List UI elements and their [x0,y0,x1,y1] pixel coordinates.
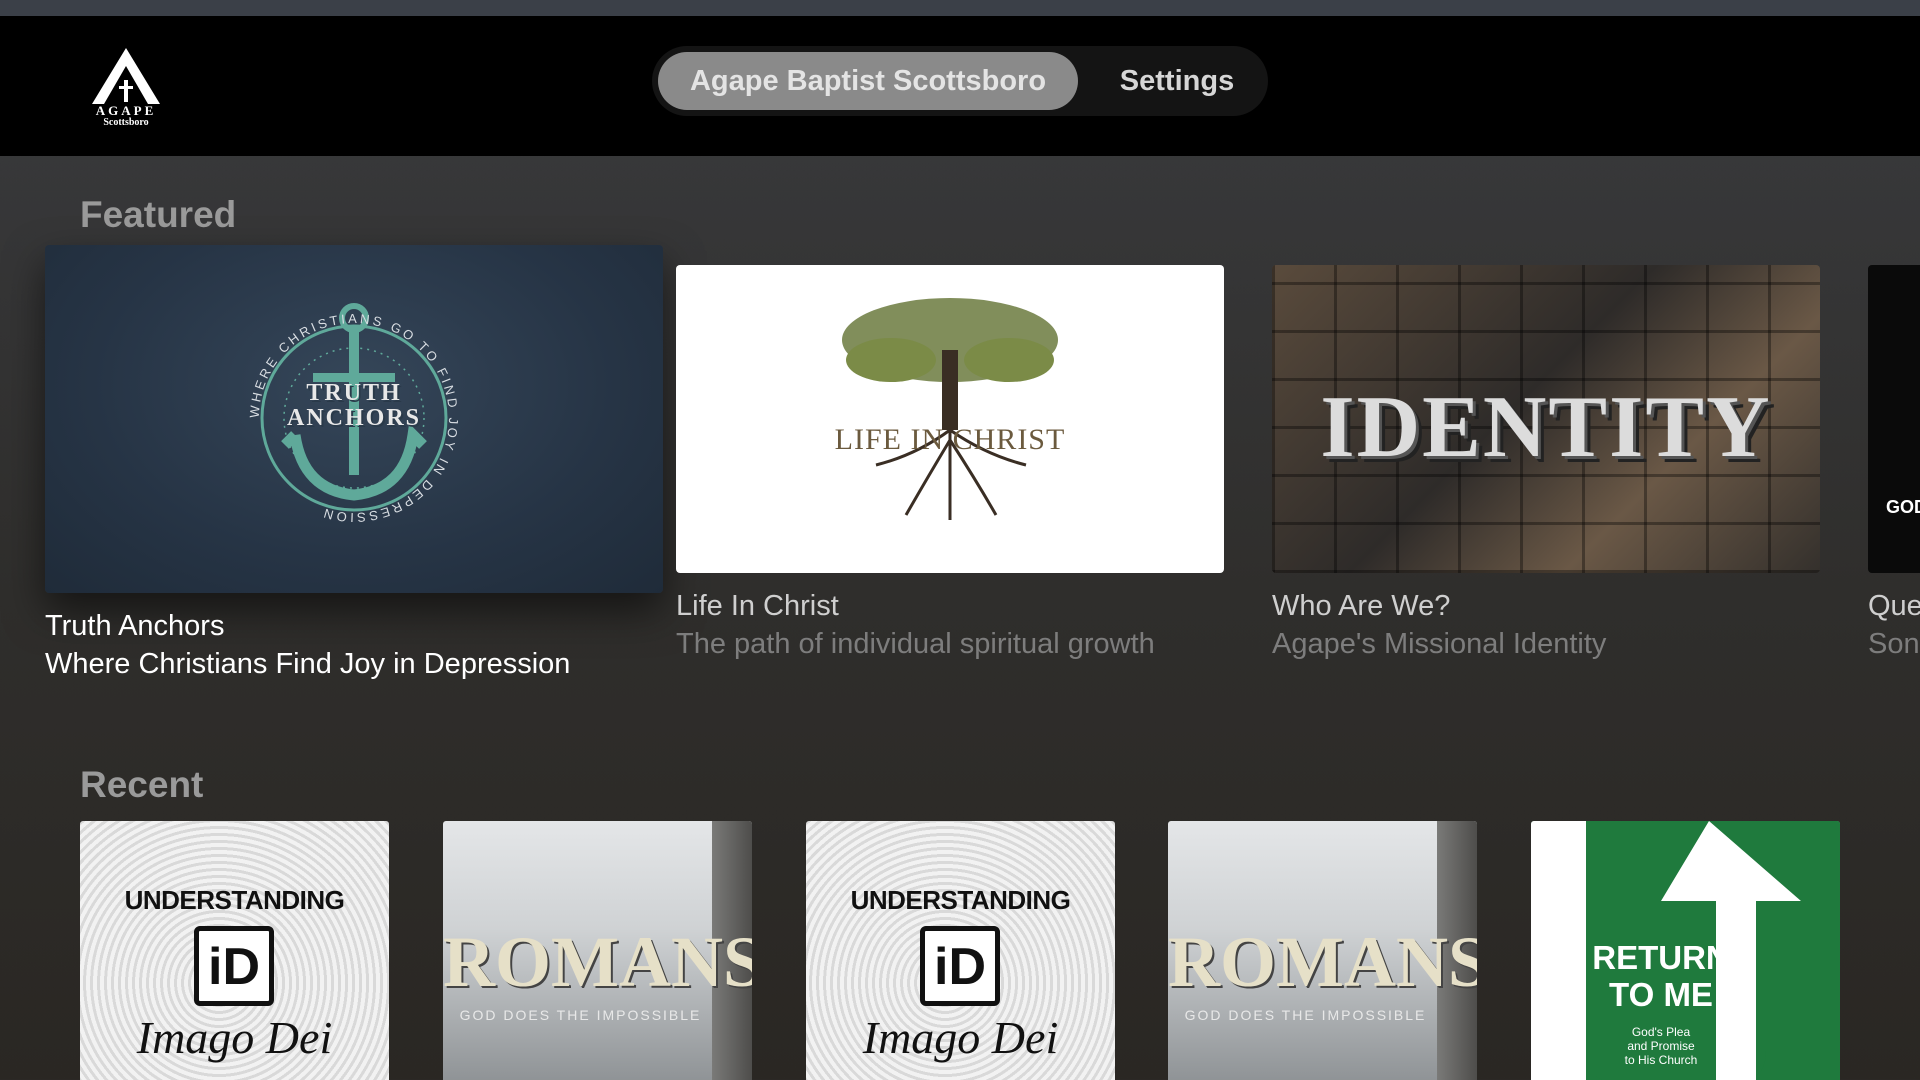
return-line5: to His Church [1624,1053,1698,1067]
recent-card-return-to-me[interactable]: RETURN TO ME God's Plea and Promise to H… [1531,821,1840,1080]
truth-art-bottom: ANCHORS [286,405,421,431]
logo-sub: Scottsboro [103,117,149,128]
romans-subtitle: GOD DOES THE IMPOSSIBLE [459,1007,702,1023]
logo-word: AGAPE [95,103,157,118]
partial-artwork: GOD [1868,265,1920,573]
card-subtitle: The path of individual spiritual growth [676,628,1155,660]
featured-heading: Featured [80,194,237,235]
tab-settings[interactable]: Settings [1092,52,1262,110]
life-in-christ-artwork: LIFE IN CHRIST [676,265,1224,573]
life-art-text: LIFE IN CHRIST [834,423,1066,456]
identity-artwork: IDENTITY [1272,265,1820,573]
id-mark-box: iD [920,926,1000,1006]
agape-logo-icon [92,48,160,104]
imago-dei-text: Imago Dei [862,1012,1059,1063]
tab-bar: Agape Baptist Scottsboro Settings [652,46,1268,116]
recent-heading: Recent [80,764,204,805]
recent-card-romans[interactable]: ROMANS GOD DOES THE IMPOSSIBLE [1168,821,1477,1080]
understanding-text: UNDERSTANDING [124,885,345,915]
truth-anchors-artwork: WHERE CHRISTIANS GO TO FIND JOY IN DEPRE… [45,245,663,593]
card-title: Life In Christ [676,590,839,622]
identity-art-text: IDENTITY [1320,379,1772,476]
card-title: Truth Anchors [45,610,225,642]
card-title: Who Are We? [1272,590,1451,622]
id-mark-box: iD [194,926,274,1006]
truth-art-top: TRUTH [306,380,402,406]
recent-card-understanding-id[interactable]: UNDERSTANDING iD Imago Dei [806,821,1115,1080]
card-subtitle: Son [1868,628,1920,660]
agape-logo: AGAPE Scottsboro [90,46,162,144]
romans-title: ROMANS [1168,922,1477,1002]
card-title: Que [1868,590,1920,622]
return-line3: God's Plea [1631,1025,1691,1039]
recent-card-understanding-id[interactable]: UNDERSTANDING iD Imago Dei [80,821,389,1080]
tree-icon [842,298,1058,520]
partial-art-text: GOD [1886,497,1920,517]
return-line4: and Promise [1627,1039,1695,1053]
top-bar: AGAPE Scottsboro Agape Baptist Scottsbor… [0,16,1920,156]
tab-agape-baptist-scottsboro[interactable]: Agape Baptist Scottsboro [658,52,1078,110]
id-mark: iD [208,938,260,996]
romans-title: ROMANS [443,922,752,1002]
card-subtitle: Where Christians Find Joy in Depression [45,648,571,680]
top-strip [0,0,1920,16]
understanding-text: UNDERSTANDING [850,885,1071,915]
return-line2: TO ME [1609,976,1713,1013]
card-subtitle: Agape's Missional Identity [1272,628,1607,660]
romans-subtitle: GOD DOES THE IMPOSSIBLE [1184,1007,1427,1023]
recent-card-romans[interactable]: ROMANS GOD DOES THE IMPOSSIBLE [443,821,752,1080]
return-line1: RETURN [1592,939,1730,976]
imago-dei-text: Imago Dei [136,1012,333,1063]
id-mark: iD [934,938,986,996]
